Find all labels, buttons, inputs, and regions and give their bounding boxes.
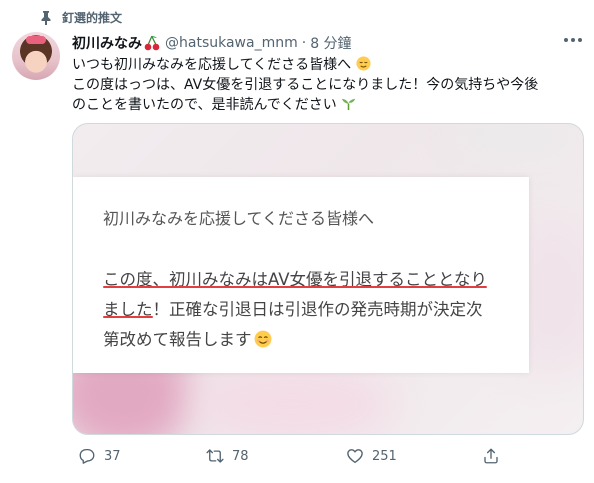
pin-icon	[41, 10, 51, 25]
share-button[interactable]	[482, 447, 500, 465]
tweet-text-line: のことを書いたので、是非読んでください	[72, 95, 584, 115]
avatar[interactable]	[12, 32, 60, 80]
pinned-tweet-indicator: 釘選的推文	[40, 9, 122, 26]
note-text: ！正確な引退日は引退作の発売時期が決定次	[152, 300, 483, 319]
note-heading: 初川みなみを応援してくださる皆様へ	[103, 209, 375, 228]
tweet-text-line: この度はっつは、AV女優を引退することになりました！今の気持ちや今後	[72, 77, 539, 93]
note-body: この度、初川みなみはAV女優を引退することとなり ました！正確な引退日は引退作の…	[103, 265, 523, 355]
reply-icon	[79, 448, 95, 464]
tweet-media-image[interactable]: 初川みなみを応援してくださる皆様へ この度、初川みなみはAV女優を引退することと…	[72, 123, 584, 435]
reply-count: 37	[104, 448, 121, 464]
seedling-emoji-icon	[342, 98, 356, 111]
note-text: 第改めて報告します	[103, 330, 252, 349]
tweet-header: 初川みなみ @hatsukawa_mnm · 8 分鐘	[72, 33, 352, 53]
pinned-label: 釘選的推文	[62, 11, 123, 25]
like-button[interactable]: 251	[346, 447, 397, 465]
retweet-icon	[206, 449, 224, 463]
reply-button[interactable]: 37	[78, 447, 121, 465]
tweet-actions: 37 78 251	[72, 447, 582, 467]
note-underlined-text: この度、初川みなみはAV女優を引退することとなり	[103, 270, 488, 289]
heart-icon	[347, 449, 363, 464]
retweet-count: 78	[232, 448, 249, 464]
tweet-text: いつも初川みなみを応援してくださる皆様へ この度はっつは、AV女優を引退すること…	[72, 55, 584, 115]
display-name[interactable]: 初川みなみ	[72, 33, 142, 53]
note-underlined-text: ました	[103, 300, 153, 319]
share-icon	[484, 448, 498, 464]
relieved-face-emoji-icon	[356, 56, 371, 71]
retweet-button[interactable]: 78	[206, 447, 249, 465]
like-count: 251	[372, 448, 397, 464]
separator-dot: ·	[301, 35, 307, 51]
author-handle[interactable]: @hatsukawa_mnm	[165, 35, 298, 51]
announcement-note: 初川みなみを応援してくださる皆様へ この度、初川みなみはAV女優を引退することと…	[73, 177, 529, 373]
tweet-text-line: いつも初川みなみを応援してくださる皆様へ	[72, 55, 584, 75]
more-options-icon[interactable]	[564, 38, 582, 42]
cherry-icon	[144, 35, 160, 51]
smiling-face-emoji-icon	[254, 330, 271, 348]
tweet-timestamp[interactable]: 8 分鐘	[310, 33, 351, 53]
